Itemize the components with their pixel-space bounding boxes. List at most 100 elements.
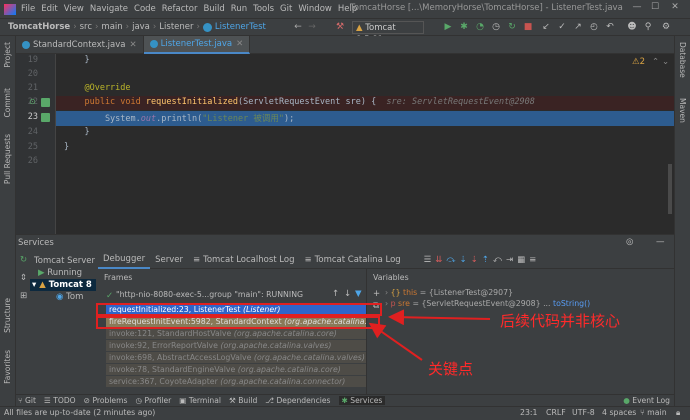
menu-run[interactable]: Run	[231, 4, 247, 14]
forward-icon[interactable]: →	[306, 21, 318, 34]
git-push-icon[interactable]: ↗	[572, 21, 584, 34]
debug-icon[interactable]: ✱	[458, 21, 470, 34]
run-to-cursor-icon[interactable]: ⇥	[506, 255, 513, 265]
variable-row-sre[interactable]: › p sre = {ServletRequestEvent@2908} ...…	[385, 299, 590, 308]
menu-code[interactable]: Code	[134, 4, 156, 14]
breadcrumb-package[interactable]: Listener	[159, 22, 193, 32]
menu-view[interactable]: View	[64, 4, 84, 14]
group-icon[interactable]: ⊞	[20, 291, 27, 301]
services-tree-running[interactable]: ▶ Running	[38, 268, 82, 278]
editor-gutter[interactable]: 19 20 21 22 23 24 25 26 ⊙	[16, 54, 56, 234]
status-message[interactable]: All files are up-to-date (2 minutes ago)	[4, 408, 155, 417]
run-icon[interactable]: ▶	[442, 21, 454, 34]
step-over-icon[interactable]: ⤼	[446, 255, 455, 265]
evaluate-icon[interactable]: ▦	[517, 255, 525, 265]
todo-tool-button[interactable]: ☰ TODO	[44, 396, 76, 405]
back-icon[interactable]: ←	[292, 21, 304, 34]
minimize-panel-icon[interactable]: —	[656, 237, 665, 247]
maven-tool-button[interactable]: Maven	[678, 98, 687, 123]
rollback-icon[interactable]: ↶	[604, 21, 616, 34]
breakpoint-check-icon[interactable]	[41, 113, 50, 122]
hammer-icon[interactable]: ⚒	[334, 21, 346, 34]
variable-row-this[interactable]: › {} this = {ListenerTest@2907}	[385, 288, 513, 297]
tab-listener-test[interactable]: ListenerTest.java ✕	[143, 35, 251, 54]
to-string-link[interactable]: toString()	[553, 299, 590, 308]
problems-tool-button[interactable]: ⊘ Problems	[84, 396, 128, 405]
frame-item[interactable]: invoke:698, AbstractAccessLogValve (org.…	[106, 352, 368, 363]
favorites-tool-button[interactable]: Favorites	[3, 350, 12, 384]
close-tab-icon[interactable]: ✕	[236, 39, 243, 49]
history-icon[interactable]: ◴	[588, 21, 600, 34]
run-configuration-select[interactable]: ▲ Tomcat 8.5.81 ▾	[352, 21, 424, 45]
chevron-down-icon[interactable]: ⌄	[662, 57, 669, 67]
tab-standard-context[interactable]: StandardContext.java ✕	[16, 35, 144, 54]
rerun-icon[interactable]: ↻	[506, 21, 518, 34]
profiler-tool-button[interactable]: ◷ Profiler	[135, 396, 171, 405]
terminal-tool-button[interactable]: ▣ Terminal	[179, 396, 221, 405]
services-tree[interactable]: ↻ ⇕ ⊞ Tomcat Server ▶ Running ▾ ▲ Tomcat…	[16, 251, 96, 407]
stop-icon[interactable]: ■	[522, 21, 534, 34]
override-marker-icon[interactable]: ⊙	[29, 97, 36, 106]
tab-catalina-log[interactable]: ≡ Tomcat Catalina Log	[300, 251, 406, 269]
event-log-button[interactable]: ● Event Log	[623, 396, 670, 405]
git-branch[interactable]: ⑂ main	[640, 408, 667, 417]
add-watch-icon[interactable]: +	[373, 289, 380, 299]
database-tool-button[interactable]: Database	[678, 42, 687, 78]
menu-build[interactable]: Build	[203, 4, 224, 14]
build-tool-button[interactable]: ⚒ Build	[229, 396, 257, 405]
settings-icon[interactable]: ◎	[626, 237, 633, 247]
thread-selector[interactable]: "http-nio-8080-exec-5...group "main": RU…	[116, 290, 303, 299]
indent-setting[interactable]: 4 spaces	[602, 408, 636, 417]
breadcrumb-project[interactable]: TomcatHorse	[8, 22, 70, 32]
structure-tool-button[interactable]: Structure	[3, 298, 12, 333]
breadcrumb-java[interactable]: java	[132, 22, 150, 32]
user-icon[interactable]: ☻	[626, 21, 638, 34]
step-out-icon[interactable]: ⇡	[482, 255, 489, 265]
menu-refactor[interactable]: Refactor	[162, 4, 198, 14]
filter-icon[interactable]: ▼	[355, 289, 362, 299]
project-tool-button[interactable]: Project	[3, 42, 12, 68]
expand-all-icon[interactable]: ⇕	[20, 273, 27, 283]
drop-frame-icon[interactable]: ⤺	[493, 255, 502, 265]
git-tool-button[interactable]: ⑂ Git	[18, 396, 36, 405]
services-tree-tomcat[interactable]: ▾ ▲ Tomcat 8	[32, 280, 92, 290]
rerun-icon[interactable]: ↻	[20, 255, 27, 265]
services-tree-artifact[interactable]: ◉ Tom	[56, 292, 83, 302]
step-up-icon[interactable]: ↑	[332, 289, 339, 299]
profile-icon[interactable]: ◷	[490, 21, 502, 34]
breadcrumb-main[interactable]: main	[101, 22, 122, 32]
search-icon[interactable]: ⚲	[642, 21, 654, 34]
file-encoding[interactable]: UTF-8	[572, 408, 595, 417]
services-tree-root[interactable]: Tomcat Server	[34, 256, 95, 266]
menu-git[interactable]: Git	[280, 4, 292, 14]
layout-icon[interactable]: ☰	[424, 255, 432, 265]
frame-item[interactable]: service:367, CoyoteAdapter (org.apache.c…	[106, 376, 368, 387]
breakpoint-check-icon[interactable]	[41, 98, 50, 107]
commit-tool-button[interactable]: Commit	[3, 88, 12, 117]
caret-position[interactable]: 23:1	[520, 408, 538, 417]
settings-icon[interactable]: ⚙	[660, 21, 672, 34]
trace-icon[interactable]: ≡	[529, 255, 536, 265]
close-icon[interactable]: ✕	[668, 2, 682, 15]
frame-item[interactable]: invoke:92, ErrorReportValve (org.apache.…	[106, 340, 368, 351]
lock-icon[interactable]: 🔒︎	[676, 408, 680, 418]
chevron-up-icon[interactable]: ⌃	[652, 57, 659, 67]
step-into-icon[interactable]: ⇣	[460, 255, 467, 265]
show-execution-point-icon[interactable]: ⇊	[435, 255, 442, 265]
git-commit-icon[interactable]: ✓	[556, 21, 568, 34]
tab-localhost-log[interactable]: ≡ Tomcat Localhost Log	[188, 251, 300, 269]
scrollbar[interactable]	[668, 164, 672, 214]
menu-file[interactable]: File	[21, 4, 35, 14]
menu-window[interactable]: Window	[298, 4, 332, 14]
close-tab-icon[interactable]: ✕	[129, 40, 136, 50]
tab-server[interactable]: Server	[150, 251, 188, 269]
coverage-icon[interactable]: ◔	[474, 21, 486, 34]
menu-navigate[interactable]: Navigate	[90, 4, 128, 14]
force-step-into-icon[interactable]: ⇣	[471, 255, 478, 265]
menu-tools[interactable]: Tools	[253, 4, 274, 14]
warning-icon[interactable]: ⚠2	[632, 57, 645, 67]
code-editor[interactable]: 19 20 21 22 23 24 25 26 ⊙ } @Override pu…	[16, 54, 674, 234]
git-update-icon[interactable]: ↙	[540, 21, 552, 34]
dependencies-tool-button[interactable]: ⎇ Dependencies	[265, 396, 330, 405]
menu-edit[interactable]: Edit	[41, 4, 57, 14]
